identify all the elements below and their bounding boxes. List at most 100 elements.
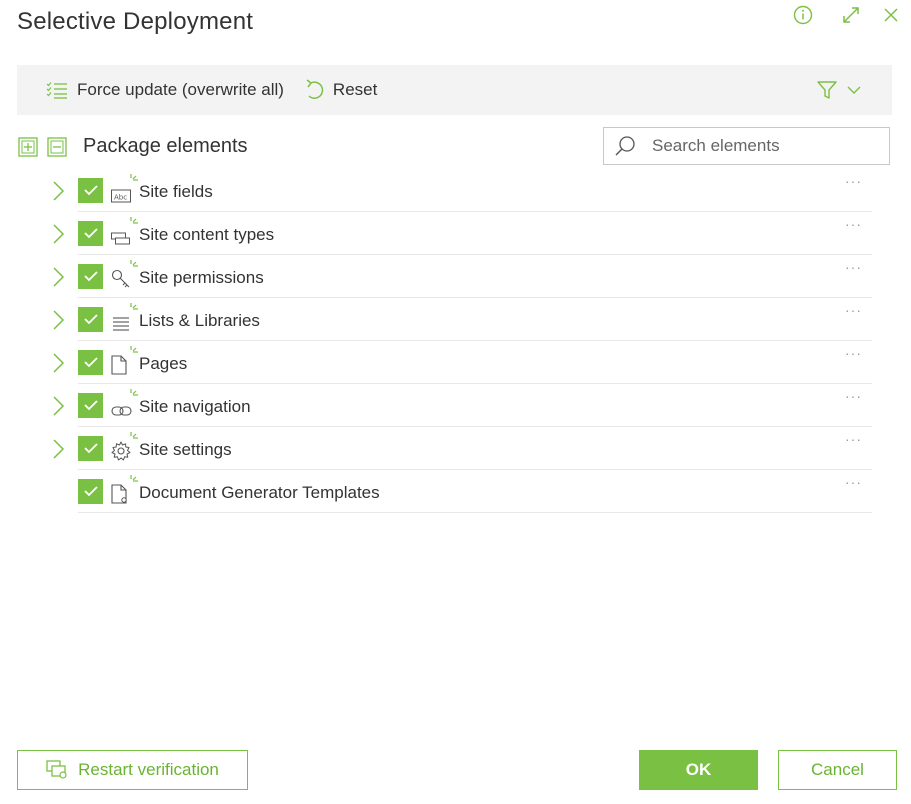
more-options-button[interactable]: ··· [845, 431, 862, 447]
checkmark-icon [83, 443, 98, 454]
chevron-right-icon [53, 224, 65, 244]
expand-toggle[interactable] [48, 180, 68, 202]
more-options-button[interactable]: ··· [845, 173, 862, 189]
item-label: Pages [139, 353, 188, 373]
tree-item-site-navigation[interactable]: Site navigation ··· [53, 384, 872, 427]
item-checkbox[interactable] [78, 349, 103, 375]
checkmark-icon [83, 400, 98, 411]
more-options-button[interactable]: ··· [845, 259, 862, 275]
link-icon [111, 406, 132, 416]
info-icon [793, 5, 813, 25]
item-checkbox[interactable] [78, 220, 103, 246]
status-spark-icon [130, 217, 138, 224]
status-spark-icon [130, 475, 138, 482]
info-button[interactable] [792, 4, 814, 26]
tree-item-site-fields[interactable]: Abc Site fields ··· [53, 169, 872, 212]
tree-item-site-permissions[interactable]: Site permissions ··· [53, 255, 872, 298]
toolbar: Force update (overwrite all) Reset [17, 65, 892, 115]
node-icon-wrap [111, 346, 138, 375]
more-options-button[interactable]: ··· [845, 216, 862, 232]
chevron-down-icon [847, 86, 861, 94]
expand-toggle[interactable] [48, 266, 68, 288]
expand-toggle[interactable] [48, 352, 68, 374]
item-checkbox[interactable] [78, 392, 103, 418]
tree-item-document-generator-templates[interactable]: Document Generator Templates ··· [78, 470, 872, 513]
tree-header: Package elements [17, 135, 248, 158]
restart-verification-icon [46, 760, 67, 779]
key-icon [111, 269, 130, 288]
expand-toggle[interactable] [48, 395, 68, 417]
chevron-right-icon [53, 267, 65, 287]
checkmark-icon [83, 228, 98, 239]
expand-toggle[interactable] [48, 309, 68, 331]
text-field-icon: Abc [111, 189, 131, 203]
tree-item-site-content-types[interactable]: Site content types ··· [53, 212, 872, 255]
status-spark-icon [130, 303, 138, 310]
checkmark-icon [83, 357, 98, 368]
collapse-all-button[interactable] [46, 136, 68, 158]
more-options-button[interactable]: ··· [845, 302, 862, 318]
close-button[interactable] [880, 4, 902, 26]
ok-button[interactable]: OK [639, 750, 758, 790]
checkmark-icon [83, 486, 98, 497]
search-input[interactable] [650, 135, 874, 157]
item-checkbox[interactable] [78, 263, 103, 289]
item-checkbox[interactable] [78, 177, 103, 203]
search-box[interactable] [603, 127, 890, 165]
status-spark-icon [130, 346, 138, 353]
chevron-right-icon [53, 353, 65, 373]
cancel-label: Cancel [811, 760, 864, 779]
status-spark-icon [130, 174, 138, 181]
node-icon-wrap [111, 432, 138, 461]
item-checkbox[interactable] [78, 435, 103, 461]
item-label: Site fields [139, 181, 213, 201]
item-label: Lists & Libraries [139, 310, 260, 330]
tree-item-pages[interactable]: Pages ··· [53, 341, 872, 384]
item-label: Document Generator Templates [139, 482, 380, 502]
expand-all-button[interactable] [17, 136, 39, 158]
collapse-all-icon [47, 136, 67, 157]
force-update-label: Force update (overwrite all) [77, 80, 284, 99]
item-label: Site settings [139, 439, 232, 459]
search-icon [615, 136, 635, 156]
gear-icon [111, 441, 131, 461]
ok-label: OK [685, 760, 712, 779]
cancel-button[interactable]: Cancel [778, 750, 897, 790]
chevron-right-icon [53, 396, 65, 416]
undo-icon [306, 79, 324, 99]
dialog-title: Selective Deployment [17, 8, 254, 35]
checkmark-icon [83, 271, 98, 282]
reset-button[interactable]: Reset [304, 65, 377, 115]
item-label: Site navigation [139, 396, 251, 416]
expand-all-icon [18, 136, 38, 157]
status-spark-icon [130, 389, 138, 396]
node-icon-wrap [111, 217, 138, 246]
status-spark-icon [130, 432, 138, 439]
chevron-right-icon [53, 310, 65, 330]
force-update-button[interactable]: Force update (overwrite all) [46, 65, 284, 115]
node-icon-wrap [111, 303, 138, 332]
expand-toggle[interactable] [48, 223, 68, 245]
restart-verification-label: Restart verification [78, 760, 219, 779]
more-options-button[interactable]: ··· [845, 474, 862, 490]
svg-text:Abc: Abc [114, 194, 127, 202]
tree-item-site-settings[interactable]: Site settings ··· [53, 427, 872, 470]
more-options-button[interactable]: ··· [845, 345, 862, 361]
checkmark-icon [83, 185, 98, 196]
more-options-button[interactable]: ··· [845, 388, 862, 404]
filter-dropdown[interactable] [816, 79, 862, 101]
item-label: Site content types [139, 224, 275, 244]
expand-toggle[interactable] [48, 438, 68, 460]
content-type-icon [111, 232, 130, 245]
list-icon [113, 317, 129, 331]
item-checkbox[interactable] [78, 306, 103, 332]
tree-header-label: Package elements [83, 135, 248, 157]
tree-item-lists-libraries[interactable]: Lists & Libraries ··· [53, 298, 872, 341]
restart-verification-button[interactable]: Restart verification [17, 750, 248, 790]
node-icon-wrap [111, 475, 138, 504]
status-spark-icon [130, 260, 138, 267]
maximize-button[interactable] [840, 4, 862, 26]
item-checkbox[interactable] [78, 478, 103, 504]
node-icon-wrap: Abc [111, 174, 138, 203]
node-icon-wrap [111, 389, 138, 418]
